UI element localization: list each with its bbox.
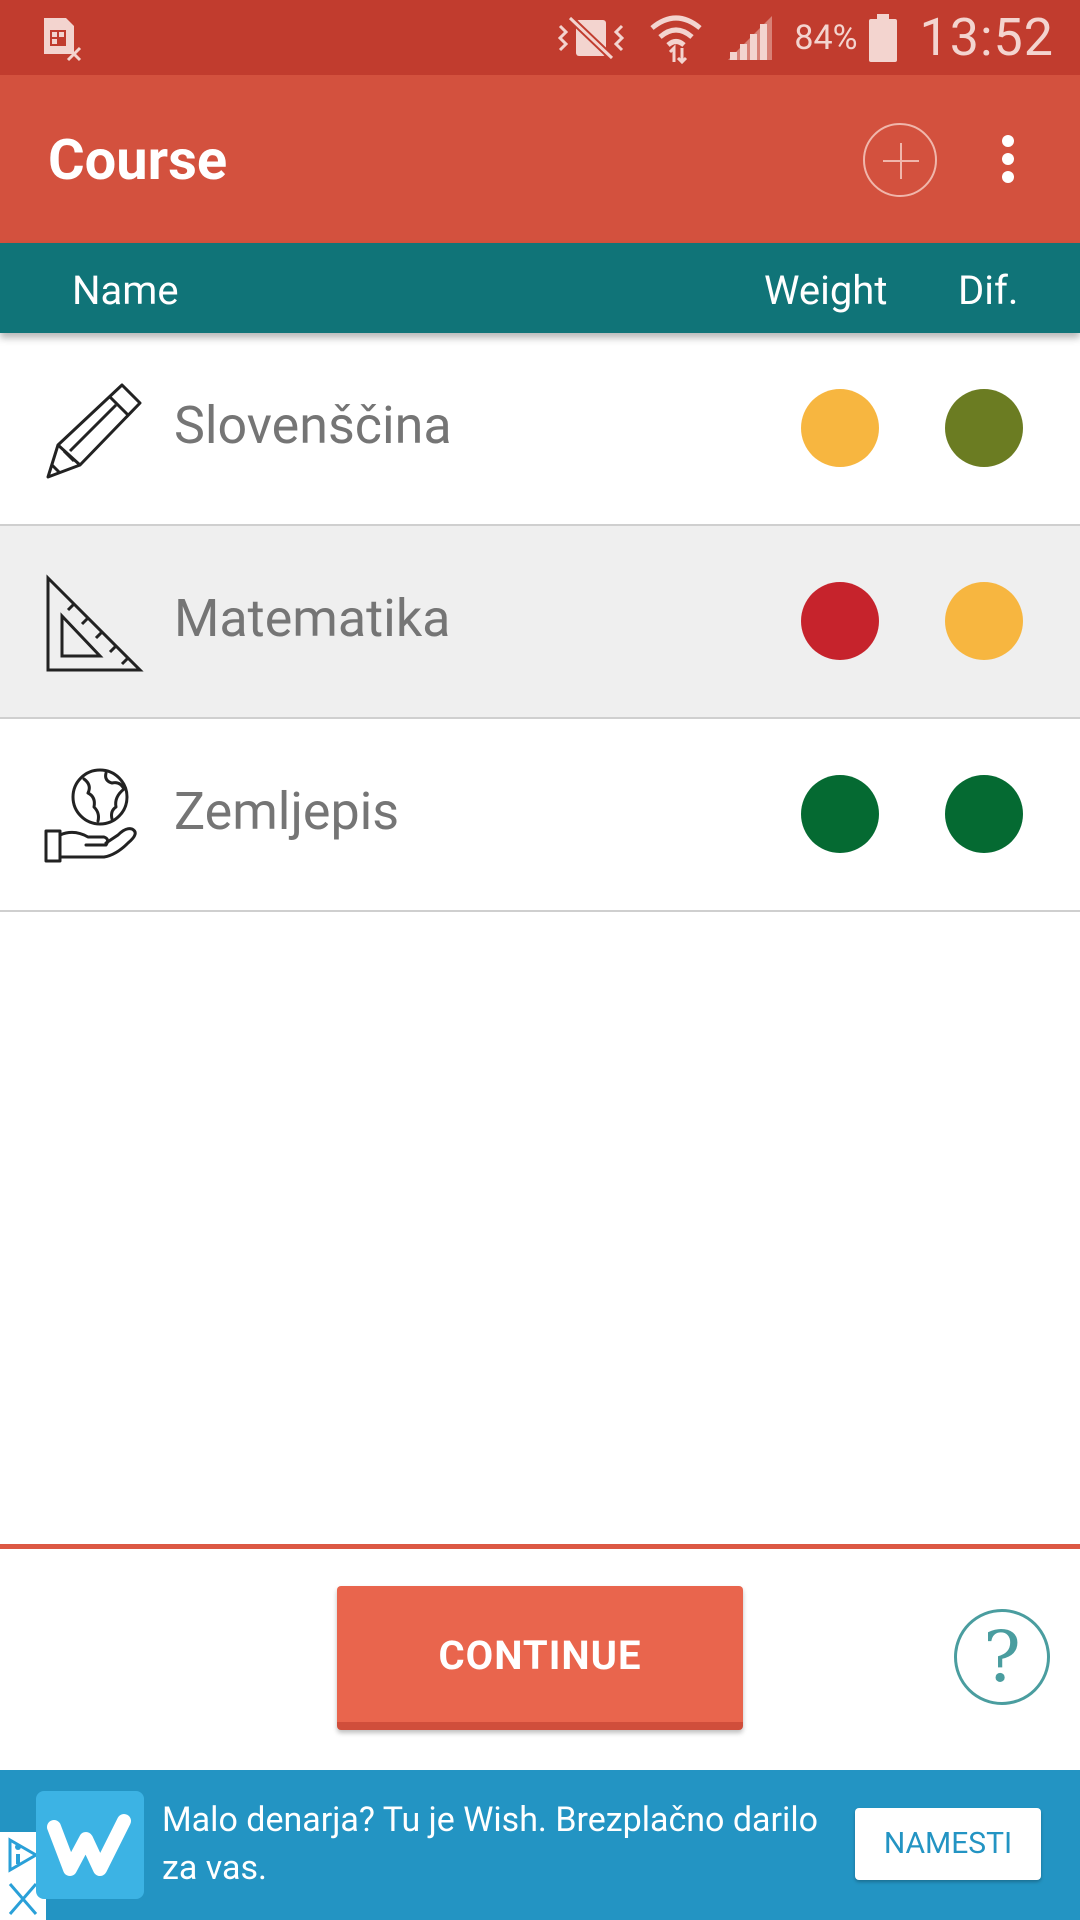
wifi-icon [648, 12, 704, 64]
column-dif-label: Dif. [958, 267, 1019, 314]
status-bar: 84% 13:52 [0, 0, 1080, 75]
help-button[interactable]: ? [954, 1609, 1050, 1705]
difficulty-indicator [945, 582, 1023, 660]
difficulty-indicator [945, 389, 1023, 467]
ad-text: Malo denarja? Tu je Wish. Brezplačno dar… [162, 1800, 818, 1888]
course-row-zemljepis[interactable]: Zemljepis [0, 719, 1080, 912]
weight-indicator [801, 389, 879, 467]
more-vert-icon[interactable] [990, 131, 1026, 187]
weight-indicator [801, 775, 879, 853]
course-row-slovenscina[interactable]: Slovenščina [0, 333, 1080, 526]
ad-install-button[interactable]: NAMESTI [855, 1808, 1041, 1880]
status-icons: 84% 13:52 [534, 0, 1054, 75]
add-course-button[interactable] [863, 123, 937, 197]
status-clock: 13:52 [919, 7, 1054, 68]
signal-icon [726, 14, 776, 62]
wish-logo [36, 1791, 144, 1899]
weight-indicator [801, 582, 879, 660]
page-title: Course [48, 127, 228, 193]
column-header: Name Weight Dif. [0, 243, 1080, 333]
pencil-icon [46, 383, 142, 479]
column-weight-label: Weight [764, 267, 888, 314]
course-list: Slovenščina Matematika Zemljepis [0, 333, 1080, 912]
bottom-divider [0, 1544, 1080, 1549]
course-name: Matematika [174, 588, 451, 649]
battery-percentage: 84% [794, 17, 858, 58]
vibrate-mute-icon [556, 15, 626, 60]
sim-card-off-icon [44, 18, 82, 62]
battery-icon [868, 13, 898, 63]
column-name-label: Name [72, 267, 179, 314]
set-square-icon [46, 574, 144, 672]
difficulty-indicator [945, 775, 1023, 853]
course-name: Zemljepis [174, 781, 400, 842]
ad-banner[interactable]: Malo denarja? Tu je Wish. Brezplačno dar… [0, 1770, 1080, 1920]
course-name: Slovenščina [174, 395, 452, 456]
continue-button[interactable]: CONTINUE [337, 1586, 743, 1730]
globe-in-hand-icon [44, 768, 137, 863]
course-row-matematika[interactable]: Matematika [0, 526, 1080, 719]
